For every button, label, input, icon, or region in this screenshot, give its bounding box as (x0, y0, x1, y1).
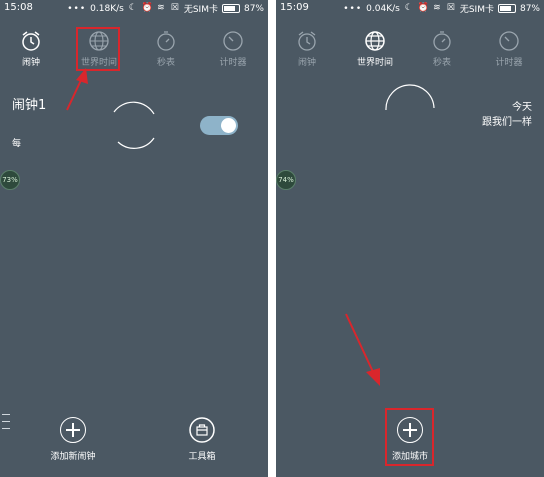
tab-label: 秒表 (156, 58, 175, 68)
alarm-status-icon: ⏰ (417, 3, 430, 13)
screen-world-time: 15:09 ••• 0.04K/s ☾ ⏰ ≋ ☒ 无SIM卡 87% 闹钟 世… (276, 0, 544, 477)
more-icon: ••• (343, 3, 363, 14)
battery-icon (497, 4, 516, 13)
network-speed: 0.18K/s (90, 3, 124, 14)
toggle-knob (221, 118, 236, 133)
arrow-icon (66, 68, 88, 111)
menu-lines-icon (2, 414, 10, 435)
tab-bar: 闹钟 世界时间 秒表 计时器 (276, 26, 544, 74)
wifi-icon: ≋ (157, 3, 165, 13)
loading-spinner-icon (113, 101, 155, 149)
tab-timer[interactable]: 计时器 (476, 26, 542, 72)
timer-icon (499, 31, 519, 51)
tab-label: 闹钟 (21, 58, 40, 68)
status-bar: 15:08 ••• 0.18K/s ☾ ⏰ ≋ ☒ 无SIM卡 87% (0, 0, 268, 16)
sim-status: 无SIM卡 (459, 5, 494, 15)
today-line2: 跟我们一样 (482, 117, 532, 128)
no-sim-icon: ☒ (170, 3, 179, 13)
floating-badge[interactable]: 73% (0, 170, 20, 190)
network-speed: 0.04K/s (366, 3, 400, 14)
stopwatch-icon (157, 31, 175, 51)
alarm-clock-icon (22, 31, 40, 51)
toolbox-icon (189, 417, 215, 443)
screen-alarm: 15:08 ••• 0.18K/s ☾ ⏰ ≋ ☒ 无SIM卡 87% 闹钟 世… (0, 0, 268, 477)
more-icon: ••• (67, 3, 87, 14)
status-bar: 15:09 ••• 0.04K/s ☾ ⏰ ≋ ☒ 无SIM卡 87% (276, 0, 544, 16)
add-city-button[interactable]: 添加城市 (379, 417, 441, 462)
tab-label: 计时器 (495, 58, 523, 68)
status-time: 15:09 (280, 2, 309, 13)
sim-status: 无SIM卡 (183, 5, 218, 15)
alarm-status-icon: ⏰ (141, 3, 154, 13)
timer-icon (223, 31, 243, 51)
tab-label: 秒表 (432, 58, 451, 68)
alarm-clock-icon (298, 31, 316, 51)
tab-stopwatch[interactable]: 秒表 (409, 26, 475, 72)
tab-alarm[interactable]: 闹钟 (276, 26, 340, 72)
tab-alarm[interactable]: 闹钟 (0, 26, 64, 72)
plus-icon (60, 417, 86, 443)
toolbox-label: 工具箱 (188, 452, 216, 462)
loading-arc-icon (385, 84, 435, 111)
tab-label: 闹钟 (297, 58, 316, 68)
add-alarm-label: 添加新闹钟 (50, 452, 96, 462)
tab-stopwatch[interactable]: 秒表 (133, 26, 199, 72)
today-label: 今天 跟我们一样 (482, 100, 532, 130)
globe-icon (365, 31, 385, 51)
wifi-icon: ≋ (433, 3, 441, 13)
tab-bar: 闹钟 世界时间 秒表 计时器 (0, 26, 268, 74)
tab-label: 世界时间 (356, 58, 393, 68)
toolbox-button[interactable]: 工具箱 (172, 417, 232, 462)
alarm-name: 闹钟1 (12, 98, 47, 113)
alarm-toggle[interactable] (200, 116, 238, 135)
moon-icon: ☾ (128, 3, 137, 13)
add-city-label: 添加城市 (391, 452, 428, 462)
add-alarm-button[interactable]: 添加新闹钟 (40, 417, 106, 462)
tab-world-time[interactable]: 世界时间 (342, 26, 408, 72)
arrow-icon (345, 313, 380, 386)
no-sim-icon: ☒ (446, 3, 455, 13)
plus-icon (397, 417, 423, 443)
highlight-box-world-time (76, 27, 120, 71)
moon-icon: ☾ (404, 3, 413, 13)
tab-label: 计时器 (219, 58, 247, 68)
tab-timer[interactable]: 计时器 (200, 26, 266, 72)
today-line1: 今天 (512, 102, 532, 113)
stopwatch-icon (433, 31, 451, 51)
status-time: 15:08 (4, 2, 33, 13)
alarm-repeat: 每 (12, 139, 22, 149)
battery-level: 87% (519, 3, 540, 14)
battery-icon (221, 4, 240, 13)
floating-badge[interactable]: 74% (276, 170, 296, 190)
battery-level: 87% (243, 3, 264, 14)
